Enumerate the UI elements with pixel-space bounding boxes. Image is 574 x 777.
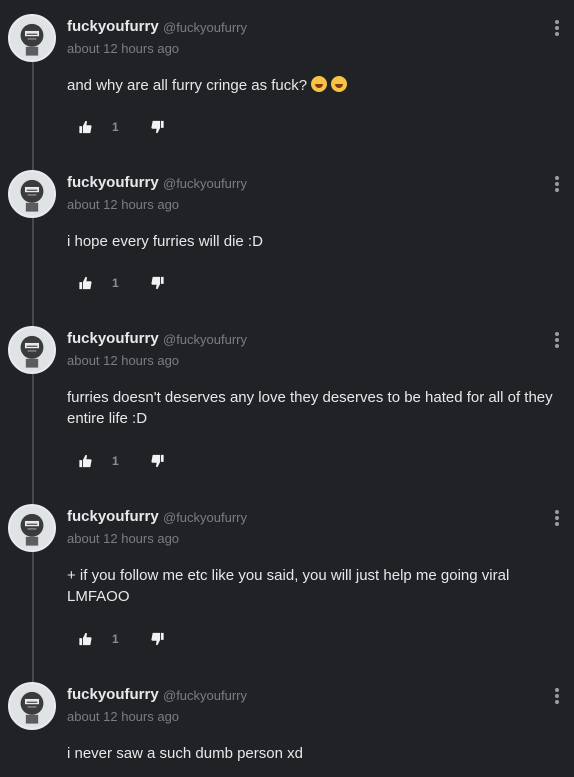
avatar[interactable] (8, 500, 58, 552)
more-vertical-icon[interactable] (551, 510, 563, 528)
comment-timestamp: about 12 hours ago (67, 197, 180, 212)
more-vertical-icon[interactable] (551, 688, 563, 706)
comment-text-line: and why are all furry cringe as fuck? (67, 75, 562, 96)
comment-author-handle[interactable]: @fuckyoufurry (163, 510, 247, 525)
robot-avatar-icon (8, 682, 56, 730)
comment-text: furries doesn't deserves any love they d… (67, 389, 553, 427)
robot-avatar-icon (8, 170, 56, 218)
rolling-on-floor-laughing-emoji (331, 76, 348, 92)
thumbs-up-icon[interactable] (78, 632, 93, 646)
robot-avatar-icon (8, 14, 56, 62)
comment-text: and why are all furry cringe as fuck? (67, 77, 308, 94)
robot-avatar-icon (8, 326, 56, 374)
comment-timestamp: about 12 hours ago (67, 41, 180, 56)
avatar[interactable] (8, 166, 58, 218)
thumbs-up-icon[interactable] (78, 120, 93, 134)
like-count: 1 (112, 454, 119, 468)
comment-author-handle[interactable]: @fuckyoufurry (163, 20, 247, 35)
comment-author-name[interactable]: fuckyoufurry (67, 174, 159, 191)
comment-author-name[interactable]: fuckyoufurry (67, 330, 159, 347)
more-vertical-icon[interactable] (551, 176, 563, 194)
avatar[interactable] (8, 322, 58, 374)
comment-author-handle[interactable]: @fuckyoufurry (163, 332, 247, 347)
comment-author-handle[interactable]: @fuckyoufurry (163, 176, 247, 191)
more-vertical-icon[interactable] (551, 20, 563, 38)
comment-author-handle[interactable]: @fuckyoufurry (163, 688, 247, 703)
comment-author-name[interactable]: fuckyoufurry (67, 686, 159, 703)
comment-text: i never saw a such dumb person xd (67, 745, 303, 762)
thumbs-down-icon[interactable] (150, 632, 165, 646)
comment-actions: 1 (78, 632, 168, 648)
comment-actions: 1 (78, 276, 168, 292)
comment-timestamp: about 12 hours ago (67, 709, 180, 724)
comment-timestamp: about 12 hours ago (67, 531, 180, 546)
comment-author-name[interactable]: fuckyoufurry (67, 18, 159, 35)
avatar[interactable] (8, 10, 58, 62)
thumbs-up-icon[interactable] (78, 276, 93, 290)
thumbs-down-icon[interactable] (150, 454, 165, 468)
like-count: 1 (112, 276, 119, 290)
thumbs-down-icon[interactable] (150, 120, 165, 134)
rolling-on-floor-laughing-emoji (311, 76, 328, 92)
comment-actions: 1 (78, 120, 168, 136)
like-count: 1 (112, 632, 119, 646)
like-count: 1 (112, 120, 119, 134)
comment-actions: 1 (78, 454, 168, 470)
robot-avatar-icon (8, 504, 56, 552)
thumbs-up-icon[interactable] (78, 454, 93, 468)
avatar[interactable] (8, 678, 58, 730)
more-vertical-icon[interactable] (551, 332, 563, 350)
comment-text: + if you follow me etc like you said, yo… (67, 567, 510, 605)
thumbs-down-icon[interactable] (150, 276, 165, 290)
comment-text: i hope every furries will die :D (67, 233, 263, 250)
comment-author-name[interactable]: fuckyoufurry (67, 508, 159, 525)
comment-timestamp: about 12 hours ago (67, 353, 180, 368)
